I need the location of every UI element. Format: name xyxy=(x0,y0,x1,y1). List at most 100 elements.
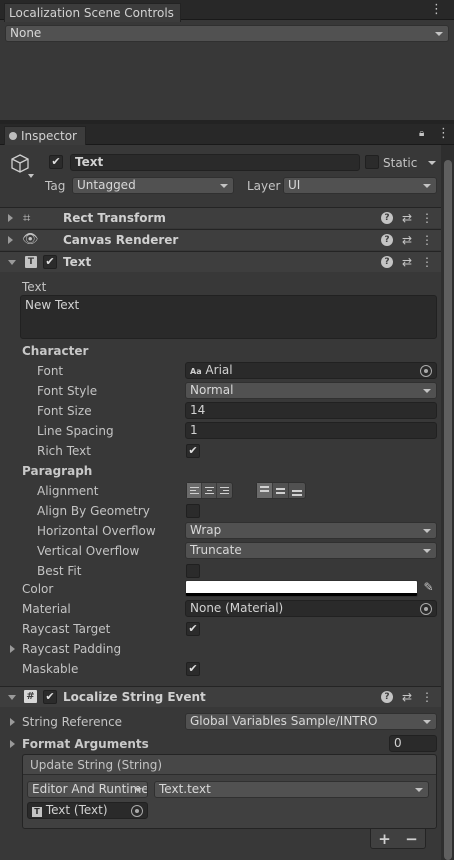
horizontal-overflow-label: Horizontal Overflow xyxy=(37,524,156,538)
string-reference-label[interactable]: String Reference xyxy=(22,714,122,730)
help-icon[interactable]: ? xyxy=(380,212,393,224)
static-dropdown-arrow-icon[interactable] xyxy=(428,161,436,165)
tag-dropdown[interactable]: Untagged xyxy=(72,177,234,194)
align-by-geometry-checkbox[interactable] xyxy=(186,504,200,518)
inspector-scrollbar-thumb[interactable] xyxy=(444,160,452,860)
localize-string-event-header[interactable]: # ✔ Localize String Event ? ⇄ ⋮ xyxy=(0,686,441,707)
kebab-menu-icon[interactable]: ⋮ xyxy=(421,255,433,269)
canvas-renderer-title: Canvas Renderer xyxy=(63,233,179,247)
target-object-field[interactable]: T Text (Text) xyxy=(27,802,148,819)
kebab-menu-icon[interactable]: ⋮ xyxy=(421,233,433,247)
localize-enabled-checkbox[interactable]: ✔ xyxy=(43,690,57,704)
raycast-target-label: Raycast Target xyxy=(22,622,111,636)
vertical-overflow-dropdown[interactable]: Truncate xyxy=(185,542,437,559)
preset-icon[interactable]: ⇄ xyxy=(402,690,412,704)
script-icon: # xyxy=(24,690,37,703)
preset-icon[interactable]: ⇄ xyxy=(402,233,412,247)
font-size-field[interactable]: 14 xyxy=(185,402,437,419)
gameobject-name-value: Text xyxy=(75,155,104,169)
text-area[interactable]: New Text xyxy=(20,295,437,339)
static-checkbox[interactable] xyxy=(365,155,379,169)
text-component-enabled-checkbox[interactable]: ✔ xyxy=(43,255,57,269)
material-object-field[interactable]: None (Material) xyxy=(185,600,437,617)
material-label: Material xyxy=(22,602,71,616)
font-style-label: Font Style xyxy=(37,384,98,398)
remove-listener-button[interactable]: − xyxy=(405,830,418,848)
align-left-icon[interactable] xyxy=(187,483,202,498)
format-arguments-label[interactable]: Format Arguments xyxy=(22,736,149,752)
scene-controls-tab[interactable]: Localization Scene Controls xyxy=(4,3,181,22)
kebab-menu-icon[interactable]: ⋮ xyxy=(421,690,433,704)
help-icon[interactable]: ? xyxy=(380,256,393,268)
vertical-overflow-label: Vertical Overflow xyxy=(37,544,140,558)
font-style-value: Normal xyxy=(190,383,234,397)
text-component-header[interactable]: T ✔ Text ? ⇄ ⋮ xyxy=(0,251,441,272)
text-component-title: Text xyxy=(63,255,92,269)
horizontal-overflow-dropdown[interactable]: Wrap xyxy=(185,522,437,539)
kebab-menu-icon[interactable]: ⋮ xyxy=(421,211,433,225)
font-object-field[interactable]: Aa Arial xyxy=(185,362,437,379)
line-spacing-field[interactable]: 1 xyxy=(185,422,437,439)
function-dropdown[interactable]: Text.text xyxy=(154,781,429,798)
eyedropper-icon[interactable]: ✎ xyxy=(420,580,437,597)
alignment-label: Alignment xyxy=(37,484,99,498)
font-asset-icon: Aa xyxy=(190,367,202,376)
text-component-icon: T xyxy=(25,256,37,268)
rect-transform-header[interactable]: ⌗ Rect Transform ? ⇄ ⋮ xyxy=(0,207,441,228)
format-arguments-count: 0 xyxy=(394,736,402,750)
font-size-label: Font Size xyxy=(37,404,92,418)
help-icon[interactable]: ? xyxy=(380,691,393,703)
eye-icon: 👁︎ xyxy=(22,232,39,247)
scene-controls-dropdown[interactable]: None xyxy=(5,25,449,42)
help-icon[interactable]: ? xyxy=(380,234,393,246)
add-listener-button[interactable]: + xyxy=(378,830,391,848)
align-top-icon[interactable] xyxy=(257,483,273,498)
paragraph-header: Paragraph xyxy=(22,464,93,478)
layer-dropdown[interactable]: UI xyxy=(283,177,437,194)
maskable-checkbox[interactable]: ✔ xyxy=(186,662,200,676)
align-right-icon[interactable] xyxy=(217,483,232,498)
inspector-tab[interactable]: Inspector xyxy=(4,126,86,145)
foldout-arrow-icon[interactable] xyxy=(10,718,15,726)
horizontal-alignment-group xyxy=(186,482,233,499)
icon-dropdown-arrow-icon[interactable] xyxy=(28,174,34,178)
preset-icon[interactable]: ⇄ xyxy=(402,211,412,225)
rect-transform-icon: ⌗ xyxy=(23,211,31,226)
gameobject-active-checkbox[interactable]: ✔ xyxy=(49,155,63,169)
raycast-target-checkbox[interactable]: ✔ xyxy=(186,622,200,636)
align-bottom-icon[interactable] xyxy=(289,483,305,498)
line-spacing-value: 1 xyxy=(190,423,198,437)
string-reference-dropdown[interactable]: Global Variables Sample/INTRO xyxy=(185,713,437,730)
line-spacing-label: Line Spacing xyxy=(37,424,114,438)
format-arguments-count-field[interactable]: 0 xyxy=(389,735,437,752)
foldout-arrow-icon[interactable] xyxy=(8,260,16,265)
text-area-value: New Text xyxy=(25,298,80,312)
color-field[interactable] xyxy=(185,580,418,597)
raycast-padding-label[interactable]: Raycast Padding xyxy=(22,641,121,657)
kebab-menu-icon[interactable]: ⋮ xyxy=(437,127,450,140)
foldout-arrow-icon[interactable] xyxy=(10,740,15,748)
object-picker-icon[interactable] xyxy=(420,365,432,377)
vertical-overflow-value: Truncate xyxy=(190,543,242,557)
foldout-arrow-icon[interactable] xyxy=(8,695,16,700)
runtime-mode-dropdown[interactable]: Editor And Runtime xyxy=(27,781,148,798)
kebab-menu-icon[interactable]: ⋮ xyxy=(430,3,443,16)
object-picker-icon[interactable] xyxy=(420,603,432,615)
preset-icon[interactable]: ⇄ xyxy=(402,255,412,269)
rich-text-checkbox[interactable]: ✔ xyxy=(186,444,200,458)
align-center-icon[interactable] xyxy=(202,483,217,498)
font-style-dropdown[interactable]: Normal xyxy=(185,382,437,399)
target-object-value: Text (Text) xyxy=(45,803,108,817)
canvas-renderer-header[interactable]: 👁︎ Canvas Renderer ? ⇄ ⋮ xyxy=(0,229,441,250)
gameobject-cube-icon[interactable] xyxy=(9,153,31,175)
lock-icon[interactable]: 🔒︎ xyxy=(419,128,424,139)
foldout-arrow-icon[interactable] xyxy=(8,214,13,222)
foldout-arrow-icon[interactable] xyxy=(10,645,15,653)
tag-dropdown-value: Untagged xyxy=(77,178,136,192)
gameobject-name-field[interactable]: Text xyxy=(70,154,360,171)
foldout-arrow-icon[interactable] xyxy=(8,236,13,244)
object-picker-icon[interactable] xyxy=(131,805,143,817)
best-fit-checkbox[interactable] xyxy=(186,564,200,578)
align-middle-icon[interactable] xyxy=(273,483,289,498)
info-icon xyxy=(9,132,17,140)
